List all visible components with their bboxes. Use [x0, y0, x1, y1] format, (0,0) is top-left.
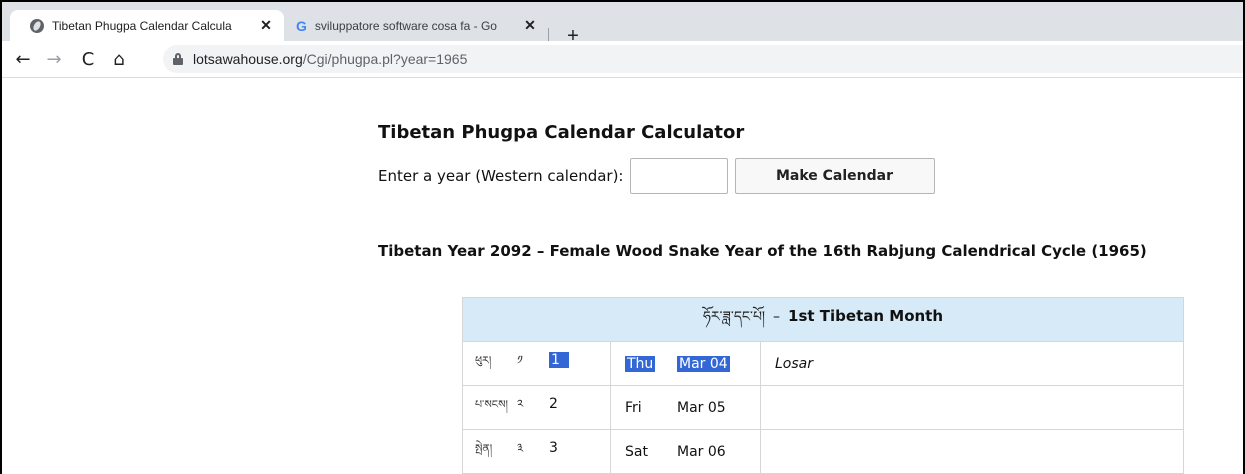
home-icon[interactable]: ⌂ [106, 46, 132, 72]
weekday: Sat [625, 443, 648, 460]
western-date: Mar 05 [677, 399, 726, 416]
western-date: Mar 04 [677, 355, 730, 372]
back-arrow-icon[interactable]: ← [10, 46, 36, 72]
close-icon[interactable]: ✕ [522, 17, 538, 34]
url-host: lotsawahouse.org [193, 51, 303, 67]
tab-strip: Tibetan Phugpa Calendar Calcula ✕ G svil… [0, 10, 1245, 47]
table-row: པ་སངས། ༢ 2 Fri Mar 05 [462, 385, 1184, 430]
url-text[interactable]: lotsawahouse.org/Cgi/phugpa.pl?year=1965 [193, 51, 467, 67]
month-header: ཧོར་ཟླ་དང་པོ། –1st Tibetan Month [462, 297, 1184, 342]
tibetan-numeral: ༢ [517, 396, 524, 411]
browser-toolbar: ← → C ⌂ lotsawahouse.org/Cgi/phugpa.pl?y… [0, 41, 1245, 77]
url-path: /Cgi/phugpa.pl?year=1965 [302, 51, 468, 67]
screenshot-border [0, 0, 1245, 2]
lunar-day: 1 [549, 351, 569, 368]
calendar-table: ཧོར་ཟླ་དང་པོ། –1st Tibetan Month ཕུར། ༡ 1 T… [462, 297, 1184, 474]
tibetan-weekday: ཕུར། [475, 353, 492, 367]
tibetan-numeral: ༣ [517, 440, 524, 455]
lunar-day: 2 [549, 395, 558, 412]
event: Losar [760, 341, 1184, 386]
month-tibetan: ཧོར་ཟླ་དང་པོ། [702, 308, 766, 325]
page-title: Tibetan Phugpa Calendar Calculator [378, 122, 745, 143]
make-calendar-button[interactable]: Make Calendar [734, 158, 935, 194]
event [760, 385, 1184, 430]
tibetan-numeral: ༡ [517, 352, 523, 367]
tab-tibetan-calendar[interactable]: Tibetan Phugpa Calendar Calcula ✕ [10, 10, 284, 41]
month-english: 1st Tibetan Month [788, 306, 944, 325]
globe-icon [30, 18, 44, 33]
reload-icon[interactable]: C [75, 46, 101, 72]
year-input[interactable] [629, 158, 728, 194]
lunar-day: 3 [549, 439, 558, 456]
address-bar[interactable]: lotsawahouse.org/Cgi/phugpa.pl?year=1965 [163, 45, 1245, 73]
lock-icon[interactable] [173, 53, 183, 65]
western-date: Mar 06 [677, 443, 726, 460]
screenshot-border [0, 0, 2, 474]
table-row: ཕུར། ༡ 1 Thu Mar 04 Losar [462, 341, 1184, 386]
google-icon: G [296, 17, 307, 34]
table-row: སྤེན། ༣ 3 Sat Mar 06 [462, 429, 1184, 474]
year-heading: Tibetan Year 2092 – Female Wood Snake Ye… [378, 242, 1147, 260]
tab-google-search[interactable]: G sviluppatore software cosa fa - Go ✕ [286, 10, 548, 41]
tibetan-weekday: པ་སངས། [475, 397, 508, 411]
tibetan-weekday: སྤེན། [475, 441, 493, 455]
event [760, 429, 1184, 474]
weekday: Thu [625, 355, 656, 372]
page-content: Tibetan Phugpa Calendar Calculator Enter… [0, 78, 1245, 474]
tab-title: sviluppatore software cosa fa - Go [314, 18, 497, 33]
year-form: Enter a year (Western calendar): Make Ca… [378, 158, 935, 194]
forward-arrow-icon[interactable]: → [41, 46, 67, 72]
close-icon[interactable]: ✕ [258, 17, 274, 34]
year-label: Enter a year (Western calendar): [378, 167, 624, 185]
month-dash: – [773, 308, 781, 325]
tab-title: Tibetan Phugpa Calendar Calcula [52, 18, 232, 33]
weekday: Fri [625, 399, 642, 416]
